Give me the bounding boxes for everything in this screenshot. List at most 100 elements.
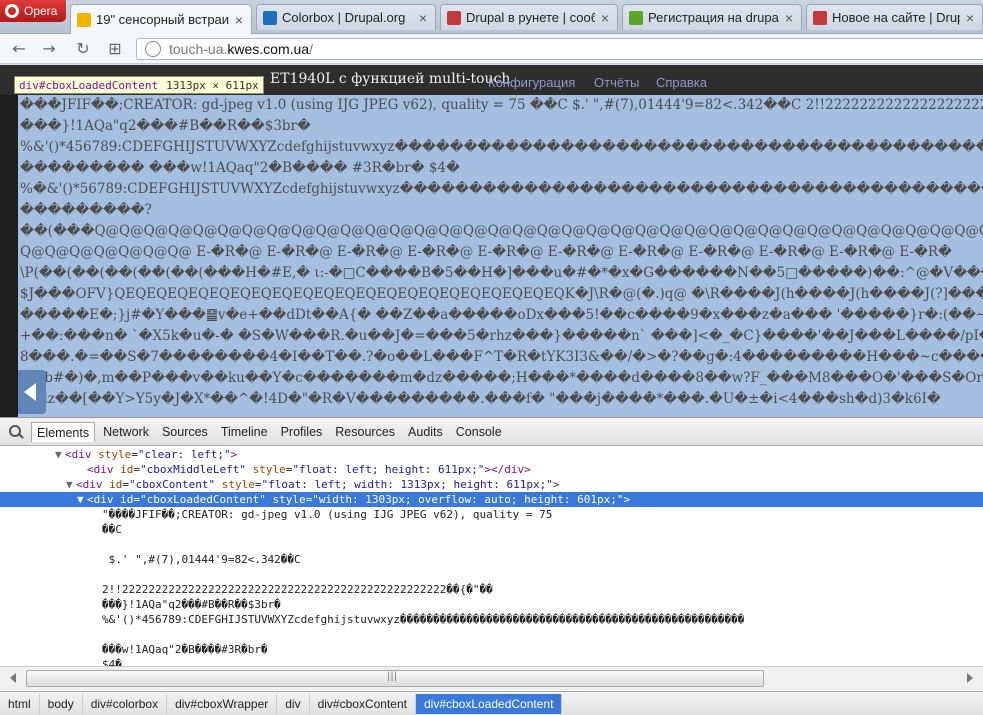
devtools-tab-elements[interactable]: Elements [31, 421, 96, 442]
dom-attr-value: "width: 1303px; overflow: auto; height: … [312, 493, 624, 506]
dom-text-node-line: %&'()*456789:CDEFGHIJSTUVWXYZcdefghijstu… [0, 612, 983, 627]
url-domain: kwes.com.ua [227, 41, 310, 57]
browser-tab[interactable]: Новое на сайте | Drupal × [806, 4, 983, 30]
dom-attr-value: "cboxContent" [129, 478, 216, 491]
dom-text-node-line: 2!!2222222222222222222222222222222222222… [0, 582, 983, 597]
browser-tab[interactable]: Colorbox | Drupal.org × [256, 4, 436, 30]
breadcrumb-item[interactable]: html [0, 693, 40, 714]
favicon-icon [813, 10, 827, 25]
reload-icon[interactable]: ↻ [72, 39, 94, 59]
forward-arrow-icon[interactable]: → [38, 39, 60, 59]
binary-text-line: ���������? [20, 202, 152, 218]
dom-text: $.' ",#(7),01444'9=82<.342��C [102, 553, 301, 566]
dom-node[interactable]: ▼ <div style="clear: left;"> [0, 447, 983, 462]
address-field[interactable]: touch-ua. kwes.com.ua / [136, 38, 983, 60]
devtools-tab-network[interactable]: Network [98, 422, 154, 442]
close-icon[interactable]: × [233, 12, 245, 28]
dom-tag-close: ></div> [484, 463, 531, 476]
scroll-left-arrow-icon[interactable] [10, 673, 16, 683]
tab-title: Регистрация на drupal.r [648, 10, 779, 25]
colorbox-prev-arrow-icon[interactable] [18, 370, 46, 414]
menu-item-help[interactable]: Справка [656, 75, 707, 90]
inspector-dimensions: 1313px × 611px [166, 78, 259, 92]
binary-text-line: 8���.�=��S�7��������4�I��T��.?�o��L���F^… [20, 349, 983, 365]
binary-text-line: Q@Q@Q@Q@Q@Q@Q@ E-�R�@ E-�R�@ E-�R�@ E-�R… [20, 244, 952, 260]
binary-text-line: �����E�;}j#�Y���䷍v�e+��dDt��A{� ��Z��a��… [20, 307, 983, 323]
inspector-selector: div#cboxLoadedContent [19, 78, 159, 92]
browser-tab[interactable]: Регистрация на drupal.r × [622, 4, 802, 30]
inspector-tooltip: div#cboxLoadedContent 1313px × 611px [14, 76, 264, 94]
dom-text-node-line [0, 567, 983, 582]
close-icon[interactable]: × [417, 10, 429, 26]
favicon-icon [263, 10, 277, 25]
dom-attr-value: "cboxLoadedContent" [140, 493, 266, 506]
breadcrumb-item[interactable]: div#colorbox [83, 693, 168, 714]
opera-logo-icon [5, 4, 19, 18]
tab-title: 19" сенсорный встраив [96, 12, 229, 27]
favicon-icon [629, 10, 643, 25]
dom-tag-open: <div [87, 493, 114, 506]
binary-text-line: ��(���Q@Q@Q@Q@Q@Q@Q@Q@Q@Q@Q@Q@Q@Q@Q@Q@Q@… [20, 223, 983, 239]
expand-triangle-icon[interactable]: ▼ [55, 447, 65, 462]
browser-tab[interactable]: Drupal в рунете | сообщ × [440, 4, 618, 30]
dom-tag-open: <div [65, 448, 92, 461]
devtools-tab-audits[interactable]: Audits [403, 422, 448, 442]
dom-attr-name: style [98, 448, 132, 461]
devtools-tab-timeline[interactable]: Timeline [216, 422, 273, 442]
tab-title: Drupal в рунете | сообщ [466, 10, 595, 25]
tab-title: Colorbox | Drupal.org [282, 10, 406, 25]
binary-text-line: ���JFIF��;CREATOR: gd-jpeg v1.0 (using I… [20, 97, 983, 113]
opera-menu-label: Opera [24, 4, 58, 18]
dom-node-selected[interactable]: ▼ <div id="cboxLoadedContent" style="widt… [0, 492, 983, 507]
devtools-tab-bar: Elements Network Sources Timeline Profiles Re… [0, 418, 983, 446]
devtools-tab-profiles[interactable]: Profiles [276, 422, 328, 442]
breadcrumb-item[interactable]: div [277, 693, 310, 714]
page-title-fragment: ET1940L с функцией multi-touch [270, 71, 511, 87]
speed-dial-icon[interactable]: ⊞ [104, 39, 126, 59]
binary-text-line: �)dz��[��Y>Y5y�J�X*��^�!4D�"�R�V��������… [20, 391, 941, 407]
dom-text-node-line: "����JFIF��;CREATOR: gd-jpeg v1.0 (using… [0, 507, 983, 522]
devtools-tab-sources[interactable]: Sources [157, 422, 213, 442]
breadcrumb-item[interactable]: div#cboxContent [310, 693, 416, 714]
dom-attr-value: "cboxMiddleLeft" [140, 463, 246, 476]
horizontal-scrollbar[interactable] [0, 666, 983, 690]
dom-text-node-line: ��C [0, 522, 983, 537]
menu-item-configuration[interactable]: Конфигурация [488, 75, 575, 90]
dom-text-node-line [0, 537, 983, 552]
menu-item-reports[interactable]: Отчёты [594, 75, 639, 90]
address-toolbar: ← → ↻ ⊞ touch-ua. kwes.com.ua / [0, 34, 983, 64]
scroll-right-arrow-icon[interactable] [967, 673, 973, 683]
opera-menu-button[interactable]: Opera [0, 0, 66, 22]
url-path: / [309, 41, 313, 57]
back-arrow-icon[interactable]: ← [8, 39, 30, 59]
close-icon[interactable]: × [599, 10, 611, 26]
dom-text: 2!!2222222222222222222222222222222222222… [102, 583, 493, 596]
dom-text: ���}!1AQa"q2���#B��R��$3br� [102, 598, 281, 611]
binary-text-line: $J���OFV}QEQEQEQEQEQEQEQEQEQEQEQEQEQEQEQ… [20, 286, 983, 302]
close-icon[interactable]: × [783, 10, 795, 26]
breadcrumb-item[interactable]: body [40, 693, 83, 714]
binary-text-line: +��:���n� `�X5k�u�-� �S�W���R.�u��J�=���… [20, 328, 983, 344]
search-icon[interactable] [6, 422, 28, 442]
browser-tab[interactable]: 19" сенсорный встраив × [70, 4, 252, 34]
dom-text-node-line [0, 627, 983, 642]
dom-node[interactable]: ▼ <div id="cboxContent" style="float: lef… [0, 477, 983, 492]
breadcrumb-item[interactable]: div#cboxWrapper [167, 693, 278, 714]
dom-tag-open: <div [87, 463, 114, 476]
expand-triangle-icon[interactable]: ▼ [77, 492, 87, 507]
dom-tag-close: > [552, 478, 560, 491]
dom-node[interactable]: <div id="cboxMiddleLeft" style="float: l… [0, 462, 983, 477]
scroll-thumb[interactable] [26, 670, 764, 687]
dom-attr-name: style [221, 478, 255, 491]
devtools-tab-resources[interactable]: Resources [330, 422, 400, 442]
dom-text-node-line: ���w!1AQaq"2�B����#3R�br� [0, 642, 983, 657]
expand-triangle-icon[interactable]: ▼ [66, 477, 76, 492]
dom-attr-value: "clear: left;" [137, 448, 231, 461]
dom-attr-value: "float: left; height: 611px;" [292, 463, 485, 476]
close-icon[interactable]: × [964, 10, 976, 26]
dom-attr-name: id [109, 478, 123, 491]
devtools-tab-console[interactable]: Console [451, 422, 507, 442]
dom-tag-close: > [230, 448, 238, 461]
breadcrumb-item[interactable]: div#cboxLoadedContent [415, 693, 563, 714]
dom-text: %&'()*456789:CDEFGHIJSTUVWXYZcdefghijstu… [102, 613, 745, 626]
